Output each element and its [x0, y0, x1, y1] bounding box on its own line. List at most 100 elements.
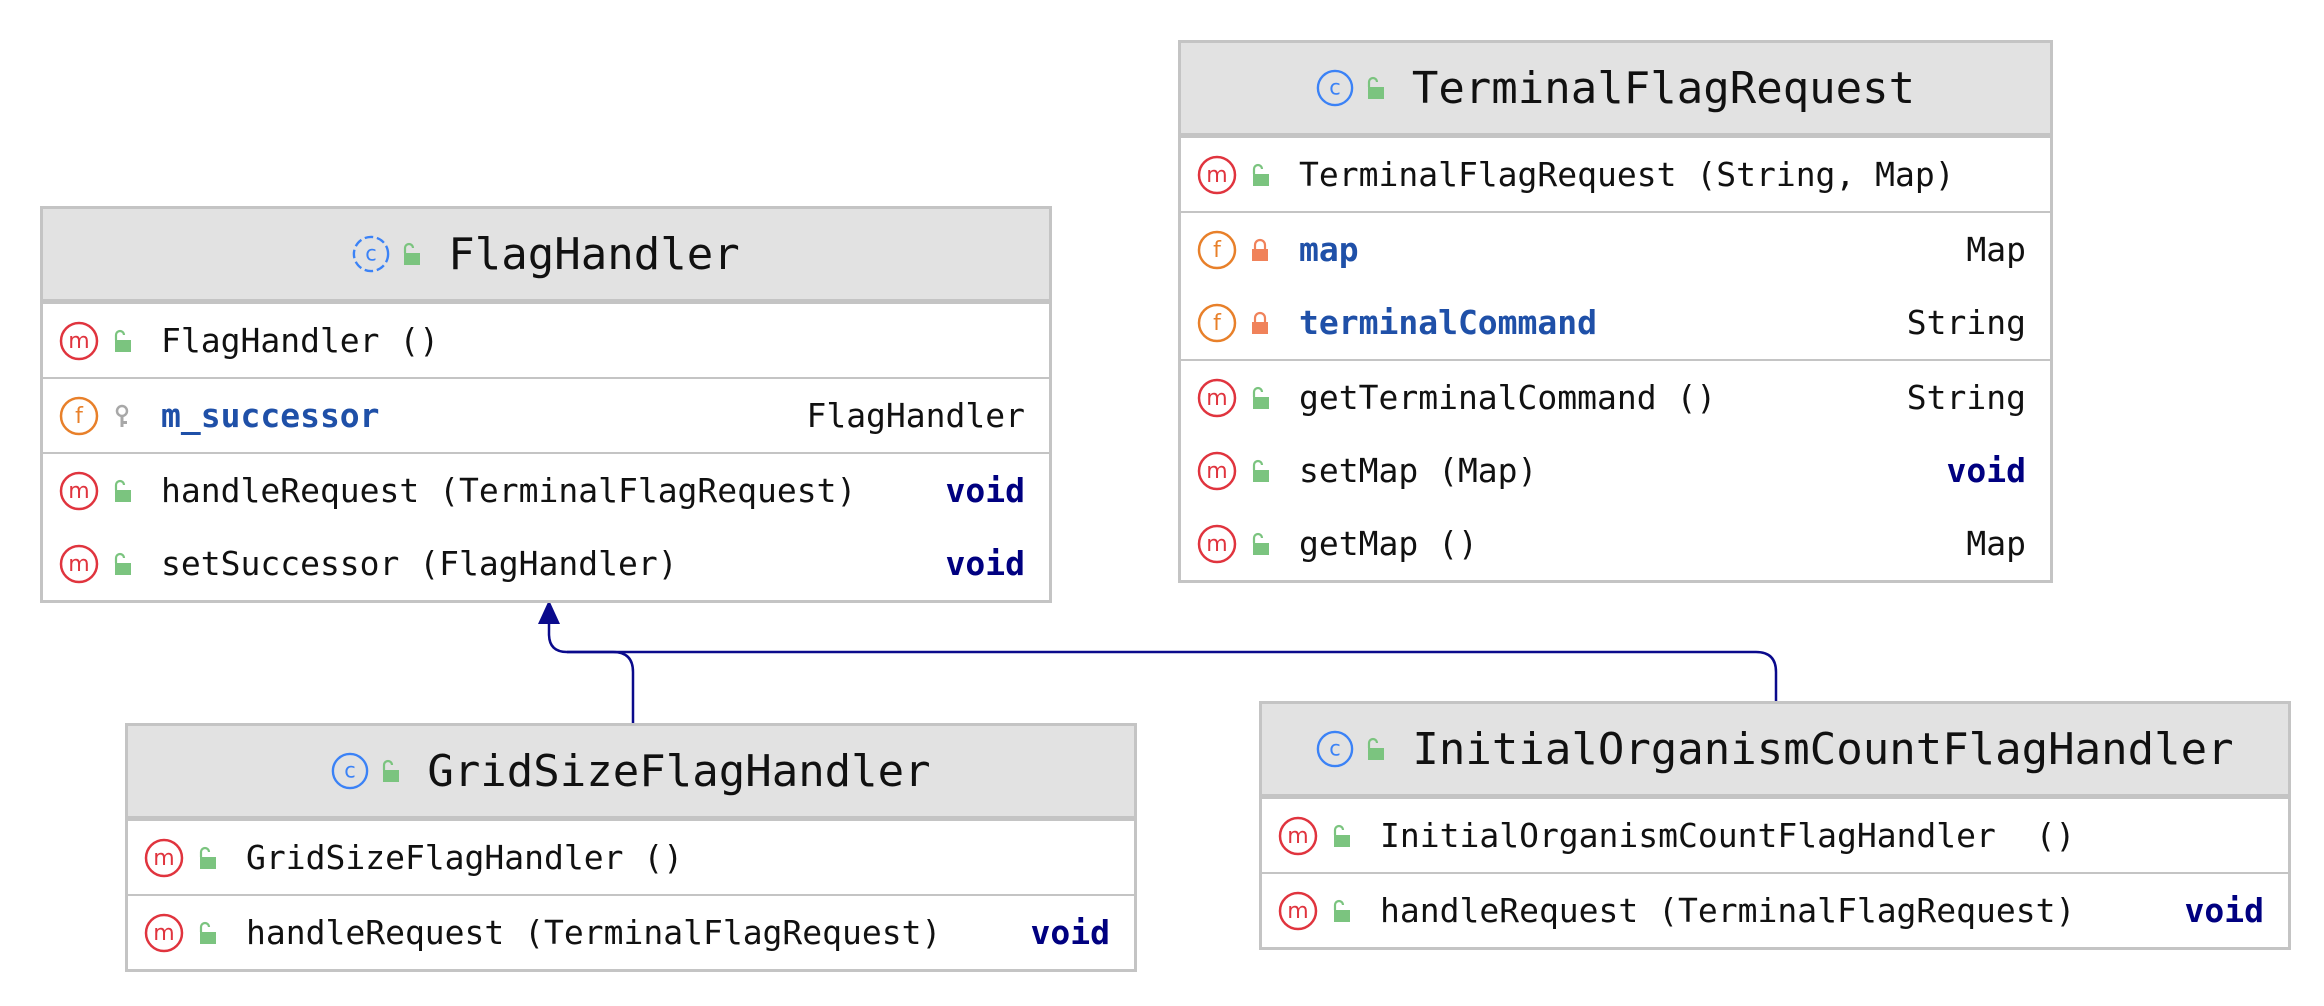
svg-text:m: m	[68, 329, 89, 354]
member-section: m TerminalFlagRequest (String, Map)	[1181, 136, 2050, 211]
field-icon: f	[59, 396, 99, 435]
field-row[interactable]: f terminalCommand String	[1181, 286, 2050, 359]
method-signature: TerminalFlagRequest (String, Map)	[1299, 155, 1955, 194]
field-name: terminalCommand	[1299, 303, 1598, 342]
field-row[interactable]: f map Map	[1181, 213, 2050, 286]
member-type: Map	[1966, 230, 2026, 269]
svg-text:m: m	[1287, 899, 1308, 924]
member-section: m handleRequest (TerminalFlagRequest) void	[1262, 872, 2288, 947]
method-icon: m	[144, 838, 184, 877]
member-section: f map Map f terminalCommand String	[1181, 211, 2050, 359]
method-row[interactable]: m TerminalFlagRequest (String, Map)	[1181, 138, 2050, 211]
method-row[interactable]: m getTerminalCommand () String	[1181, 361, 2050, 434]
edge-gridsize-extends-flaghandler	[547, 614, 635, 726]
method-signature: handleRequest (TerminalFlagRequest)	[246, 913, 942, 952]
class-name: GridSizeFlagHandler	[427, 745, 931, 797]
method-icon: m	[59, 321, 99, 360]
method-signature: handleRequest (TerminalFlagRequest)	[1380, 891, 2076, 930]
class-header: c GridSizeFlagHandler	[128, 726, 1134, 819]
inheritance-arrowhead	[538, 600, 560, 624]
method-row[interactable]: m getMap () Map	[1181, 507, 2050, 580]
method-icon: m	[1278, 816, 1318, 855]
method-row[interactable]: m FlagHandler ()	[43, 304, 1049, 377]
public-lock-open-icon	[1252, 459, 1269, 482]
edge-initialorganism-extends-flaghandler	[567, 650, 1778, 704]
member-section: m FlagHandler ()	[43, 302, 1049, 377]
member-type: FlagHandler	[806, 396, 1025, 435]
svg-text:m: m	[1206, 386, 1227, 411]
svg-text:m: m	[68, 552, 89, 577]
svg-text:c: c	[345, 759, 357, 783]
field-row[interactable]: f m_successor FlagHandler	[43, 379, 1049, 452]
method-signature: setSuccessor (FlagHandler)	[161, 544, 678, 583]
svg-text:c: c	[1329, 76, 1341, 100]
public-lock-open-icon	[1333, 899, 1350, 922]
member-type: String	[1906, 378, 2026, 417]
public-lock-open-icon	[199, 921, 216, 944]
svg-text:m: m	[68, 479, 89, 504]
public-lock-open-icon	[1252, 163, 1269, 186]
field-icon: f	[1197, 303, 1237, 342]
member-section: m getTerminalCommand () String m setMap (Map…	[1181, 359, 2050, 580]
member-type: void	[945, 544, 1025, 583]
member-type: String	[1906, 303, 2026, 342]
method-row[interactable]: m handleRequest (TerminalFlagRequest) void	[43, 454, 1049, 527]
class-flag-handler[interactable]: c FlagHandler m FlagHandler () f m_successor F…	[40, 206, 1052, 603]
class-header: c TerminalFlagRequest	[1181, 43, 2050, 136]
public-lock-open-icon	[383, 759, 400, 782]
method-signature: handleRequest (TerminalFlagRequest)	[161, 471, 857, 510]
field-icon: f	[1197, 230, 1237, 269]
method-row[interactable]: m GridSizeFlagHandler ()	[128, 821, 1134, 894]
member-section: m GridSizeFlagHandler ()	[128, 819, 1134, 894]
public-lock-open-icon	[1333, 824, 1350, 847]
svg-text:m: m	[153, 846, 174, 871]
class-icon: c	[1317, 730, 1354, 768]
class-terminal-flag-request[interactable]: c TerminalFlagRequest m TerminalFlagRequest…	[1178, 40, 2053, 583]
method-icon: m	[1197, 524, 1237, 563]
member-type: void	[1030, 913, 1110, 952]
svg-text:f: f	[1213, 238, 1222, 263]
method-signature: getMap ()	[1299, 524, 1478, 563]
public-lock-open-icon	[1368, 737, 1385, 760]
class-header: c InitialOrganismCountFlagHandler	[1262, 704, 2288, 797]
class-initial-organism-count-flag-handler[interactable]: c InitialOrganismCountFlagHandler m Initial…	[1259, 701, 2291, 950]
method-icon: m	[1278, 891, 1318, 930]
public-lock-open-icon	[1252, 532, 1269, 555]
method-row[interactable]: m setSuccessor (FlagHandler) void	[43, 527, 1049, 600]
member-type: void	[1946, 451, 2026, 490]
package-key-icon	[115, 404, 129, 427]
method-signature: InitialOrganismCountFlagHandler ()	[1380, 816, 2076, 855]
public-lock-open-icon	[404, 242, 421, 265]
method-row[interactable]: m handleRequest (TerminalFlagRequest) void	[1262, 874, 2288, 947]
member-section: f m_successor FlagHandler	[43, 377, 1049, 452]
method-icon: m	[1197, 378, 1237, 417]
public-lock-open-icon	[114, 479, 131, 502]
class-name: InitialOrganismCountFlagHandler	[1412, 723, 2234, 775]
class-grid-size-flag-handler[interactable]: c GridSizeFlagHandler m GridSizeFlagHandler…	[125, 723, 1137, 972]
method-icon: m	[144, 913, 184, 952]
svg-text:m: m	[1206, 459, 1227, 484]
public-lock-open-icon	[199, 846, 216, 869]
public-lock-open-icon	[1367, 76, 1384, 99]
svg-text:c: c	[1330, 737, 1342, 761]
method-icon: m	[59, 544, 99, 583]
method-signature: GridSizeFlagHandler ()	[246, 838, 684, 877]
svg-text:c: c	[366, 242, 378, 266]
svg-text:m: m	[1206, 532, 1227, 557]
method-row[interactable]: m InitialOrganismCountFlagHandler ()	[1262, 799, 2288, 872]
svg-text:m: m	[1206, 163, 1227, 188]
svg-text:m: m	[153, 921, 174, 946]
public-lock-open-icon	[114, 552, 131, 575]
member-section: m handleRequest (TerminalFlagRequest) void…	[43, 452, 1049, 600]
class-name: TerminalFlagRequest	[1411, 62, 1916, 114]
method-row[interactable]: m handleRequest (TerminalFlagRequest) void	[128, 896, 1134, 969]
abstract-class-icon: c	[353, 235, 390, 273]
member-type: void	[2184, 891, 2264, 930]
method-row[interactable]: m setMap (Map) void	[1181, 434, 2050, 507]
public-lock-open-icon	[114, 329, 131, 352]
svg-text:m: m	[1287, 824, 1308, 849]
public-lock-open-icon	[1252, 386, 1269, 409]
class-name: FlagHandler	[448, 228, 740, 280]
class-header: c FlagHandler	[43, 209, 1049, 302]
svg-text:f: f	[1213, 311, 1222, 336]
